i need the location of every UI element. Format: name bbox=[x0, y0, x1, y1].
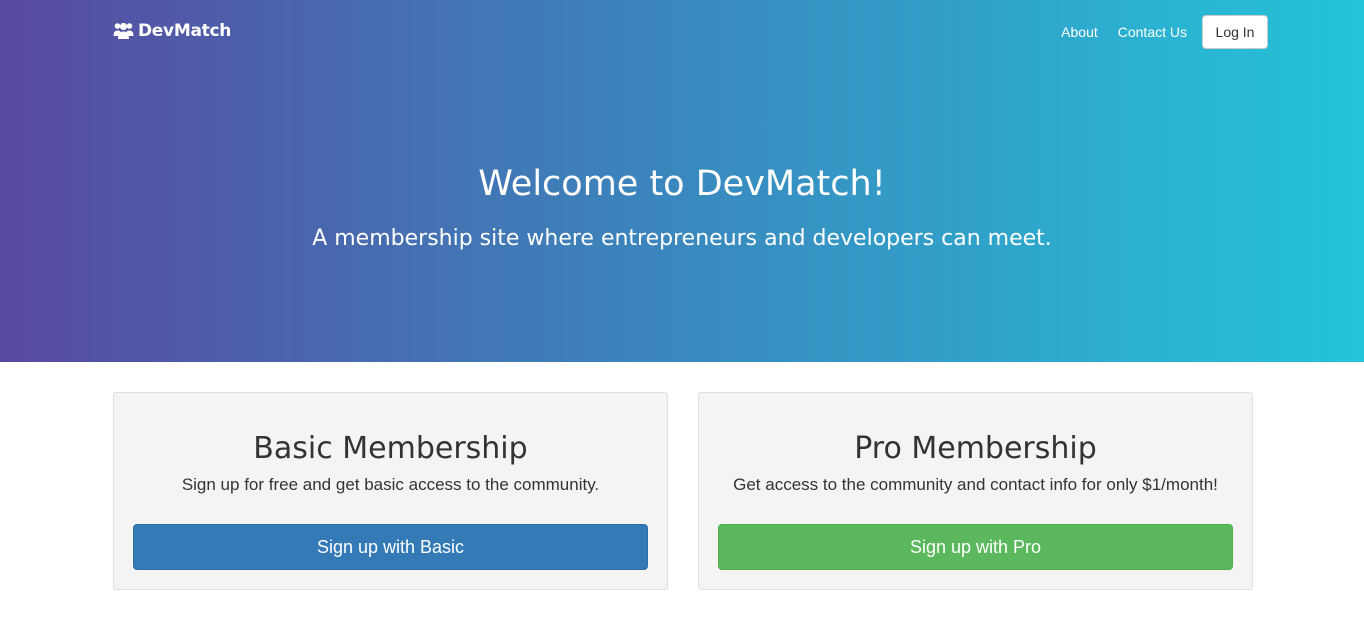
signup-pro-button[interactable]: Sign up with Pro bbox=[718, 524, 1233, 570]
plan-title: Basic Membership bbox=[253, 431, 528, 466]
hero-subtitle: A membership site where entrepreneurs an… bbox=[312, 226, 1052, 251]
nav-links: About Contact Us Log In bbox=[1061, 15, 1268, 49]
login-button[interactable]: Log In bbox=[1202, 15, 1268, 49]
nav-link-contact[interactable]: Contact Us bbox=[1118, 15, 1187, 49]
membership-plans: Basic Membership Sign up for free and ge… bbox=[113, 392, 1253, 590]
navbar: DevMatch About Contact Us Log In bbox=[0, 0, 1364, 64]
brand-name: DevMatch bbox=[138, 21, 232, 41]
plan-description: Get access to the community and contact … bbox=[733, 475, 1218, 494]
users-icon bbox=[113, 21, 134, 41]
hero-banner: DevMatch About Contact Us Log In Welcome… bbox=[0, 0, 1364, 362]
hero-title: Welcome to DevMatch! bbox=[478, 164, 886, 204]
nav-link-about[interactable]: About bbox=[1061, 15, 1098, 49]
signup-basic-button[interactable]: Sign up with Basic bbox=[133, 524, 648, 570]
plan-description: Sign up for free and get basic access to… bbox=[181, 475, 600, 494]
basic-plan-card: Basic Membership Sign up for free and ge… bbox=[113, 392, 668, 590]
brand-link[interactable]: DevMatch bbox=[113, 21, 231, 41]
pro-plan-card: Pro Membership Get access to the communi… bbox=[698, 392, 1253, 590]
plan-title: Pro Membership bbox=[854, 431, 1097, 466]
